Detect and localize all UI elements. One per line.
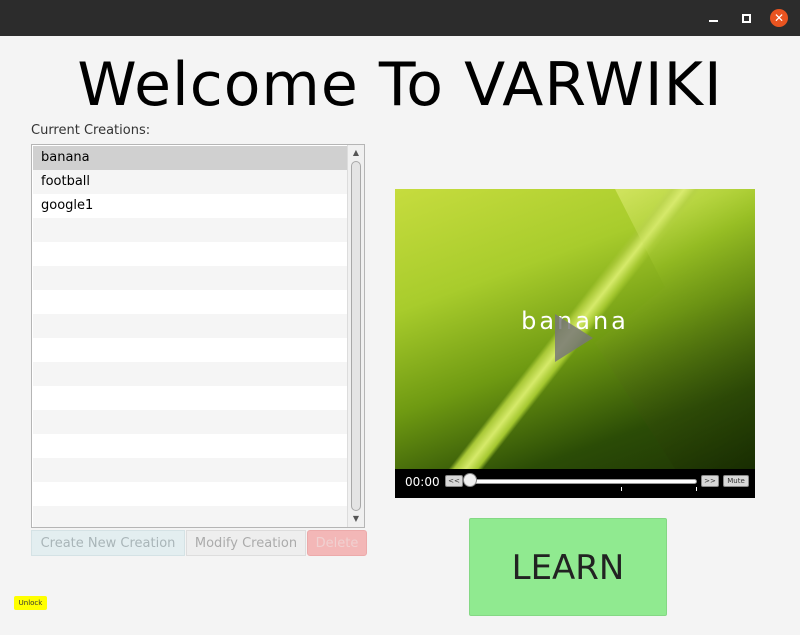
close-icon[interactable]: ✕ (770, 9, 788, 27)
seek-track[interactable] (469, 479, 697, 484)
creations-rows: banana football google1 (33, 146, 347, 527)
fast-forward-button[interactable]: >> (701, 475, 719, 487)
scroll-down-icon[interactable]: ▼ (348, 512, 364, 526)
unlock-button[interactable]: Unlock (14, 596, 47, 610)
seek-tick (696, 487, 697, 491)
player-controls: 00:00 << >> Mute (395, 469, 755, 498)
rewind-button[interactable]: << (445, 475, 463, 487)
empty-list-row (33, 290, 347, 314)
delete-button[interactable]: Delete (307, 530, 367, 556)
video-frame[interactable]: banana (395, 189, 755, 469)
play-icon[interactable] (555, 314, 593, 362)
seek-slider-knob[interactable] (463, 473, 477, 487)
list-item[interactable]: football (33, 170, 347, 194)
empty-list-row (33, 362, 347, 386)
empty-list-row (33, 218, 347, 242)
scroll-up-icon[interactable]: ▲ (348, 146, 364, 160)
empty-list-row (33, 242, 347, 266)
empty-list-row (33, 458, 347, 482)
creations-list-label: Current Creations: (31, 123, 151, 138)
maximize-icon[interactable] (737, 9, 755, 27)
scrollbar-thumb[interactable] (351, 161, 361, 511)
empty-list-row (33, 314, 347, 338)
empty-list-row (33, 338, 347, 362)
list-scrollbar[interactable]: ▲ ▼ (347, 145, 364, 527)
page-title: Welcome To VARWIKI (77, 50, 723, 120)
list-item[interactable]: google1 (33, 194, 347, 218)
seek-tick (621, 487, 622, 491)
empty-list-row (33, 506, 347, 527)
video-player[interactable]: banana 00:00 << >> Mute (395, 189, 755, 498)
mute-button[interactable]: Mute (723, 475, 749, 487)
list-item[interactable]: banana (33, 146, 347, 170)
modify-creation-button[interactable]: Modify Creation (186, 530, 306, 556)
window-titlebar: ✕ (0, 0, 800, 36)
empty-list-row (33, 386, 347, 410)
playback-time: 00:00 (405, 475, 440, 489)
minimize-icon[interactable] (704, 9, 722, 27)
learn-button[interactable]: LEARN (469, 518, 667, 616)
creations-list[interactable]: banana football google1 ▲ ▼ (31, 144, 365, 528)
empty-list-row (33, 434, 347, 458)
empty-list-row (33, 482, 347, 506)
create-new-creation-button[interactable]: Create New Creation (31, 530, 185, 556)
empty-list-row (33, 266, 347, 290)
empty-list-row (33, 410, 347, 434)
